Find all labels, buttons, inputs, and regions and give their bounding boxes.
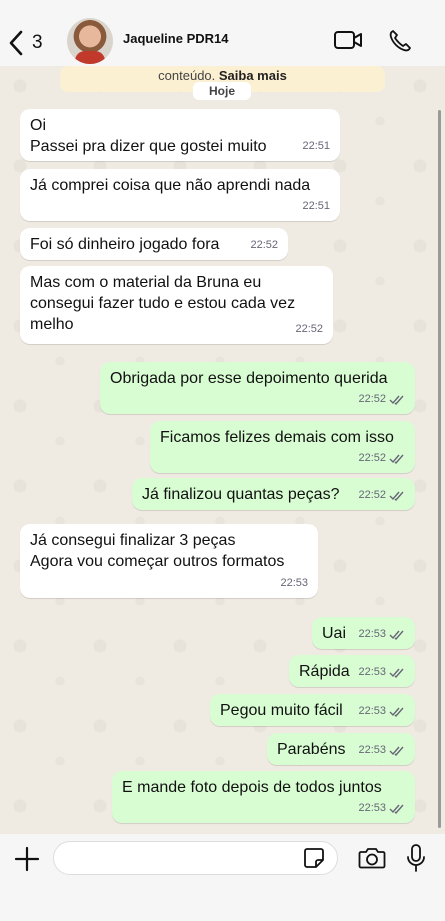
date-divider: Hoje xyxy=(193,82,251,100)
sticker-icon[interactable] xyxy=(303,847,325,869)
message-bubble[interactable]: Mas com o material da Bruna eu consegui … xyxy=(20,266,333,344)
contact-name[interactable]: Jaqueline PDR14 xyxy=(123,31,229,46)
double-check-icon xyxy=(389,491,404,501)
message-time: 22:51 xyxy=(302,200,330,212)
message-bubble[interactable]: Obrigada por esse depoimento querida 22:… xyxy=(100,362,415,414)
message-bubble[interactable]: Pegou muito fácil 22:53 xyxy=(210,694,415,726)
plus-icon[interactable] xyxy=(14,846,40,872)
message-text: Obrigada por esse depoimento querida xyxy=(110,370,388,387)
message-text: E mande foto depois de todos juntos xyxy=(122,779,382,796)
message-time: 22:52 xyxy=(358,393,386,405)
message-bubble[interactable]: Foi só dinheiro jogado fora 22:52 xyxy=(20,228,288,260)
message-time: 22:51 xyxy=(302,140,330,152)
message-time: 22:52 xyxy=(358,452,386,464)
double-check-icon xyxy=(389,746,404,756)
message-text: Oi Passei pra dizer que gostei muito xyxy=(30,117,267,155)
unread-count: 3 xyxy=(32,32,43,53)
message-time: 22:53 xyxy=(358,628,386,640)
message-bubble[interactable]: E mande foto depois de todos juntos 22:5… xyxy=(112,771,415,823)
message-bubble[interactable]: Já comprei coisa que não aprendi nada 22… xyxy=(20,169,340,221)
message-text: Já consegui finalizar 3 peças Agora vou … xyxy=(30,532,285,570)
scrollbar[interactable] xyxy=(438,110,441,828)
message-text: Ficamos felizes demais com isso xyxy=(160,429,394,446)
message-bubble[interactable]: Rápida 22:53 xyxy=(289,655,415,687)
message-bubble[interactable]: Já consegui finalizar 3 peças Agora vou … xyxy=(20,524,318,598)
double-check-icon xyxy=(389,804,404,814)
camera-icon[interactable] xyxy=(358,846,386,870)
message-time: 22:52 xyxy=(295,323,323,335)
message-bubble[interactable]: Uai 22:53 xyxy=(312,617,415,649)
message-text: Foi só dinheiro jogado fora xyxy=(30,236,220,253)
message-input[interactable] xyxy=(53,841,338,875)
notice-text: conteúdo. xyxy=(158,68,216,83)
avatar[interactable] xyxy=(67,18,113,64)
message-bubble[interactable]: Ficamos felizes demais com isso 22:52 xyxy=(150,421,415,473)
message-time: 22:52 xyxy=(358,489,386,501)
back-button[interactable]: 3 xyxy=(8,28,52,58)
double-check-icon xyxy=(389,395,404,405)
double-check-icon xyxy=(389,707,404,717)
message-time: 22:53 xyxy=(358,744,386,756)
chat-area[interactable]: conteúdo. Saiba mais Hoje Oi Passei pra … xyxy=(0,66,445,834)
message-time: 22:53 xyxy=(358,666,386,678)
double-check-icon xyxy=(389,454,404,464)
message-text: Já comprei coisa que não aprendi nada xyxy=(30,177,311,194)
message-text: Mas com o material da Bruna eu consegui … xyxy=(30,274,296,333)
chevron-left-icon xyxy=(9,30,23,56)
composer-bar xyxy=(0,834,445,921)
message-time: 22:53 xyxy=(280,577,308,589)
message-bubble[interactable]: Parabéns 22:53 xyxy=(267,733,415,765)
phone-icon[interactable] xyxy=(388,29,412,53)
message-bubble[interactable]: Já finalizou quantas peças? 22:52 xyxy=(132,478,415,510)
message-time: 22:52 xyxy=(250,239,278,251)
message-time: 22:53 xyxy=(358,802,386,814)
message-time: 22:53 xyxy=(358,705,386,717)
video-camera-icon[interactable] xyxy=(333,29,363,51)
learn-more-link[interactable]: Saiba mais xyxy=(219,68,287,83)
microphone-icon[interactable] xyxy=(405,843,427,873)
double-check-icon xyxy=(389,630,404,640)
double-check-icon xyxy=(389,668,404,678)
message-bubble[interactable]: Oi Passei pra dizer que gostei muito 22:… xyxy=(20,109,340,161)
